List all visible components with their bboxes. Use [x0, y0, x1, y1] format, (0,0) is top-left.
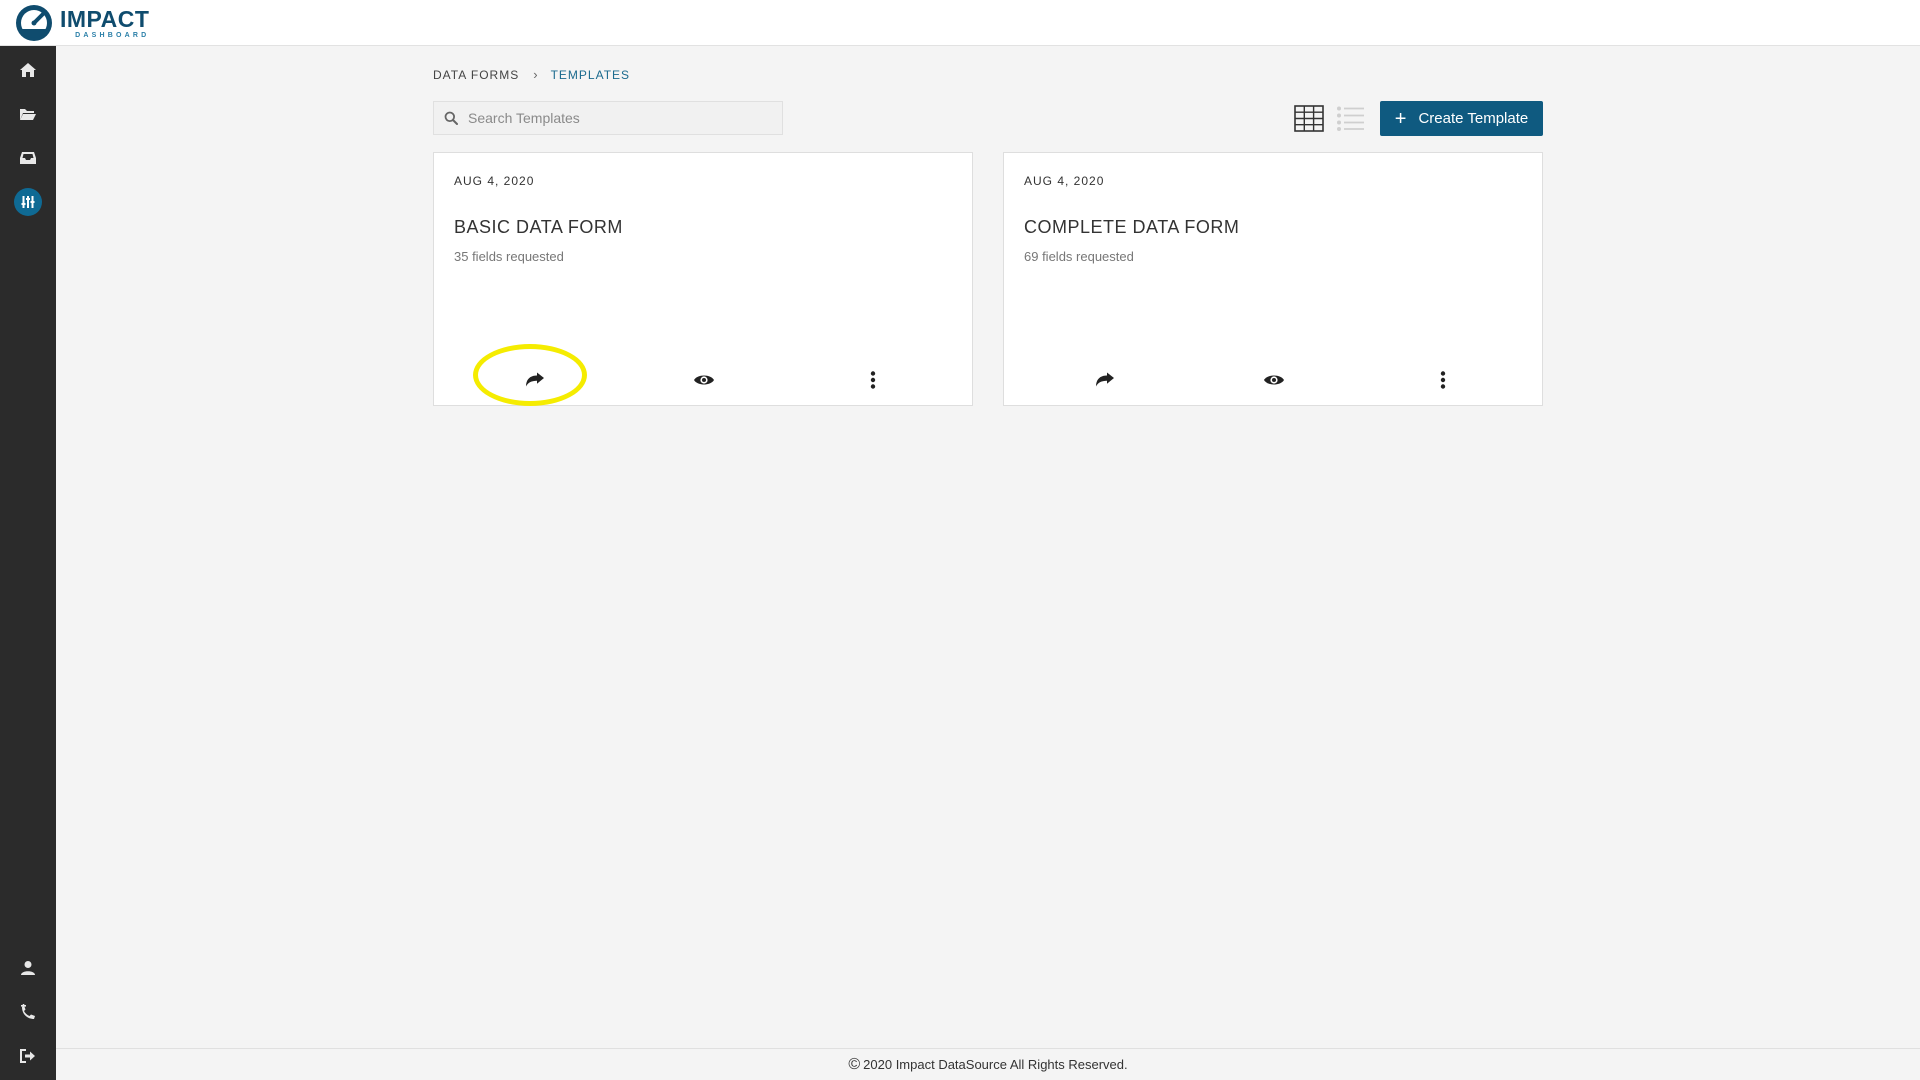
logo-name: IMPACT	[60, 5, 150, 32]
template-fields-count: 69 fields requested	[1024, 249, 1134, 264]
more-options-button[interactable]	[858, 365, 888, 395]
plus-icon: +	[1394, 107, 1407, 130]
template-fields-count: 35 fields requested	[454, 249, 564, 264]
breadcrumb: DATA FORMS › TEMPLATES	[433, 67, 630, 82]
inbox-icon	[20, 152, 36, 164]
list-view-button[interactable]	[1336, 105, 1364, 132]
list-view-icon	[1337, 106, 1364, 131]
search-box[interactable]	[433, 101, 783, 135]
eye-icon	[694, 375, 714, 385]
share-template-button[interactable]	[520, 365, 550, 395]
breadcrumb-templates: TEMPLATES	[550, 67, 631, 82]
create-template-label: Create Template	[1418, 110, 1529, 127]
template-title[interactable]: COMPLETE DATA FORM	[1024, 217, 1239, 238]
template-date: AUG 4, 2020	[1024, 174, 1105, 188]
impact-dashboard-logo[interactable]: IMPACT DASHBOARD	[14, 3, 149, 43]
footer: © 2020 Impact DataSource All Rights Rese…	[56, 1048, 1920, 1080]
share-icon	[526, 372, 544, 387]
footer-copyright-text: 2020 Impact DataSource All Rights Reserv…	[863, 1057, 1128, 1072]
breadcrumb-separator-icon: ›	[533, 67, 539, 82]
copyright-icon: ©	[848, 1055, 861, 1073]
top-header: IMPACT DASHBOARD	[0, 0, 1920, 46]
sidebar-item-home[interactable]	[14, 56, 42, 84]
sidebar	[0, 46, 56, 1080]
phone-icon	[21, 1004, 35, 1019]
sidebar-item-folders[interactable]	[14, 100, 42, 128]
breadcrumb-data-forms[interactable]: DATA FORMS	[433, 68, 519, 82]
sidebar-item-logout[interactable]	[14, 1042, 42, 1070]
preview-template-button[interactable]	[689, 365, 719, 395]
template-title[interactable]: BASIC DATA FORM	[454, 217, 623, 238]
grid-view-button[interactable]	[1294, 105, 1324, 132]
grid-view-icon	[1294, 105, 1324, 132]
share-icon	[1096, 372, 1114, 387]
search-icon	[444, 111, 458, 125]
home-icon	[20, 63, 36, 77]
sidebar-item-profile[interactable]	[14, 954, 42, 982]
sign-out-icon	[20, 1049, 35, 1063]
user-icon	[21, 961, 35, 975]
more-vertical-icon	[870, 371, 876, 389]
logo-subtitle: DASHBOARD	[75, 31, 150, 39]
eye-icon	[1264, 375, 1284, 385]
sidebar-item-contact[interactable]	[14, 998, 42, 1026]
preview-template-button[interactable]	[1259, 365, 1289, 395]
search-input[interactable]	[466, 109, 766, 127]
create-template-button[interactable]: + Create Template	[1380, 101, 1543, 136]
template-date: AUG 4, 2020	[454, 174, 535, 188]
more-options-button[interactable]	[1428, 365, 1458, 395]
share-template-button[interactable]	[1090, 365, 1120, 395]
more-vertical-icon	[1440, 371, 1446, 389]
folder-open-icon	[20, 109, 36, 120]
gauge-logo-icon	[16, 5, 52, 41]
sliders-icon	[21, 196, 35, 208]
sidebar-item-templates[interactable]	[14, 188, 42, 216]
template-card[interactable]: AUG 4, 2020 COMPLETE DATA FORM 69 fields…	[1003, 152, 1543, 406]
sidebar-item-inbox[interactable]	[14, 144, 42, 172]
template-card[interactable]: AUG 4, 2020 BASIC DATA FORM 35 fields re…	[433, 152, 973, 406]
